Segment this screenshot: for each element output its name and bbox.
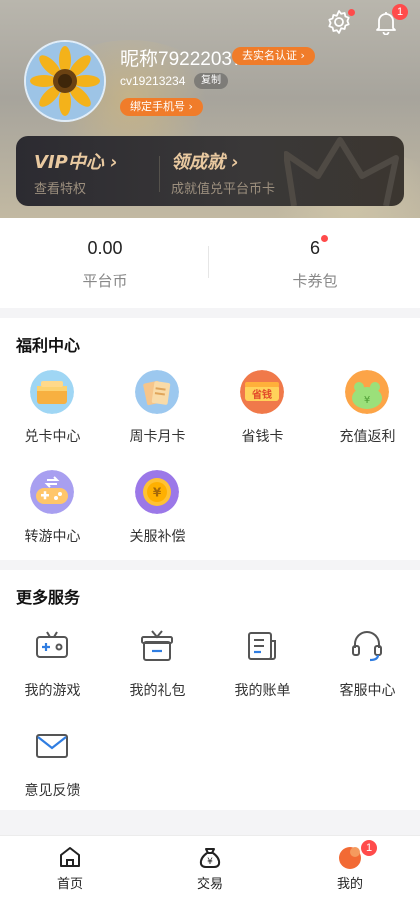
welfare-item-label: 周卡月卡 bbox=[129, 429, 186, 445]
welfare-item-savings-card[interactable]: 省钱 省钱卡 bbox=[210, 370, 315, 450]
platform-coin[interactable]: 0.00 平台币 bbox=[0, 218, 210, 308]
service-item-label: 我的礼包 bbox=[129, 683, 186, 699]
coupon-count: 6 bbox=[309, 238, 320, 258]
platform-coin-value: 0.00 bbox=[87, 238, 123, 258]
tab-home[interactable]: 首页 bbox=[0, 836, 140, 900]
home-icon bbox=[60, 847, 80, 867]
service-item-label: 意见反馈 bbox=[24, 783, 81, 799]
verify-identity-button[interactable]: 去实名认证 › bbox=[232, 47, 315, 65]
service-item-customer-service[interactable]: 客服中心 bbox=[315, 624, 420, 704]
headset-icon bbox=[352, 631, 382, 662]
savings-card-icon: 省钱 bbox=[240, 370, 284, 414]
nickname: 昵称79222037 bbox=[120, 49, 243, 70]
svg-text:¥: ¥ bbox=[364, 395, 370, 406]
money-bag-icon: ¥ bbox=[199, 848, 221, 868]
vip-card: VIP中心 › 查看特权 领成就 › 成就值兑平台币卡 bbox=[16, 136, 404, 206]
service-item-my-gifts[interactable]: 我的礼包 bbox=[105, 624, 210, 704]
vip-center-link[interactable]: VIP中心 › 查看特权 bbox=[16, 136, 159, 206]
profile-icon bbox=[339, 847, 361, 869]
bottom-tab-bar: 首页 ¥ 交易 1 我的 bbox=[0, 835, 420, 900]
profile-badge: 1 bbox=[361, 840, 377, 856]
welfare-item-game-transfer[interactable]: 转游中心 bbox=[0, 470, 105, 550]
copy-id-button[interactable]: 复制 bbox=[194, 73, 228, 89]
settings-red-dot bbox=[348, 9, 355, 16]
welfare-item-recharge-rebate[interactable]: ¥ 充值返利 bbox=[315, 370, 420, 450]
notification-badge: 1 bbox=[392, 4, 408, 20]
recharge-rebate-icon: ¥ bbox=[345, 370, 389, 414]
service-item-my-bills[interactable]: 我的账单 bbox=[210, 624, 315, 704]
welfare-item-compensation[interactable]: ¥ 关服补偿 bbox=[105, 470, 210, 550]
services-title: 更多服务 bbox=[16, 588, 81, 607]
welfare-item-label: 转游中心 bbox=[24, 529, 81, 545]
welfare-item-label: 关服补偿 bbox=[129, 529, 186, 545]
settings-gear-icon[interactable] bbox=[323, 6, 355, 38]
weekly-card-icon bbox=[135, 370, 179, 414]
welfare-item-label: 省钱卡 bbox=[241, 429, 284, 445]
service-item-label: 我的账单 bbox=[234, 683, 291, 699]
balance-divider bbox=[208, 246, 209, 278]
achievement-link[interactable]: 领成就 › 成就值兑平台币卡 bbox=[160, 136, 404, 206]
svg-text:¥: ¥ bbox=[207, 857, 213, 867]
profile-header: 1 昵称79222037 去实名认证 › cv19213234 复制 绑定手机号… bbox=[0, 0, 420, 218]
card-exchange-icon bbox=[30, 370, 74, 414]
gift-icon bbox=[141, 630, 173, 661]
service-item-label: 我的游戏 bbox=[24, 683, 81, 699]
welfare-item-card-exchange[interactable]: 兑卡中心 bbox=[0, 370, 105, 450]
avatar[interactable] bbox=[24, 40, 106, 122]
gamepad-icon bbox=[36, 631, 68, 658]
savings-card-text: 省钱 bbox=[251, 388, 272, 401]
tab-label: 交易 bbox=[196, 877, 223, 892]
welfare-item-weekly-card[interactable]: 周卡月卡 bbox=[105, 370, 210, 450]
coupon-wallet[interactable]: 6 卡券包 bbox=[210, 218, 420, 308]
welfare-item-label: 充值返利 bbox=[339, 429, 396, 445]
user-id: cv19213234 bbox=[120, 74, 186, 88]
welfare-title: 福利中心 bbox=[16, 336, 81, 355]
welfare-item-label: 兑卡中心 bbox=[24, 429, 81, 445]
service-item-label: 客服中心 bbox=[339, 683, 396, 699]
welfare-section: 福利中心 兑卡中心 周卡月卡 省钱 省钱卡 ¥ 充值返利 转游中心 ¥ 关服补偿 bbox=[0, 318, 420, 560]
tab-profile[interactable]: 1 我的 bbox=[280, 836, 420, 900]
vip-center-subtitle: 查看特权 bbox=[34, 182, 87, 197]
tab-trade[interactable]: ¥ 交易 bbox=[140, 836, 280, 900]
tab-label: 首页 bbox=[56, 877, 83, 892]
service-item-feedback[interactable]: 意见反馈 bbox=[0, 724, 105, 804]
mail-icon bbox=[36, 734, 68, 758]
coupon-label: 卡券包 bbox=[292, 272, 338, 290]
bill-icon bbox=[248, 632, 276, 660]
compensation-coin-icon: ¥ bbox=[135, 470, 179, 514]
achievement-title: 领成就 › bbox=[171, 152, 239, 173]
coupon-red-dot bbox=[321, 235, 328, 242]
svg-text:¥: ¥ bbox=[153, 486, 162, 500]
service-item-my-games[interactable]: 我的游戏 bbox=[0, 624, 105, 704]
vip-center-title: VIP中心 › bbox=[34, 152, 118, 173]
achievement-subtitle: 成就值兑平台币卡 bbox=[171, 182, 276, 197]
game-transfer-icon bbox=[30, 470, 74, 514]
tab-label: 我的 bbox=[336, 877, 363, 892]
balance-panel: 0.00 平台币 6 卡券包 bbox=[0, 218, 420, 308]
platform-coin-label: 平台币 bbox=[82, 272, 128, 290]
notification-bell-icon[interactable]: 1 bbox=[370, 4, 408, 38]
bind-phone-button[interactable]: 绑定手机号 › bbox=[120, 98, 203, 116]
services-section: 更多服务 我的游戏 我的礼包 我的账单 客服中心 意见反馈 bbox=[0, 570, 420, 810]
